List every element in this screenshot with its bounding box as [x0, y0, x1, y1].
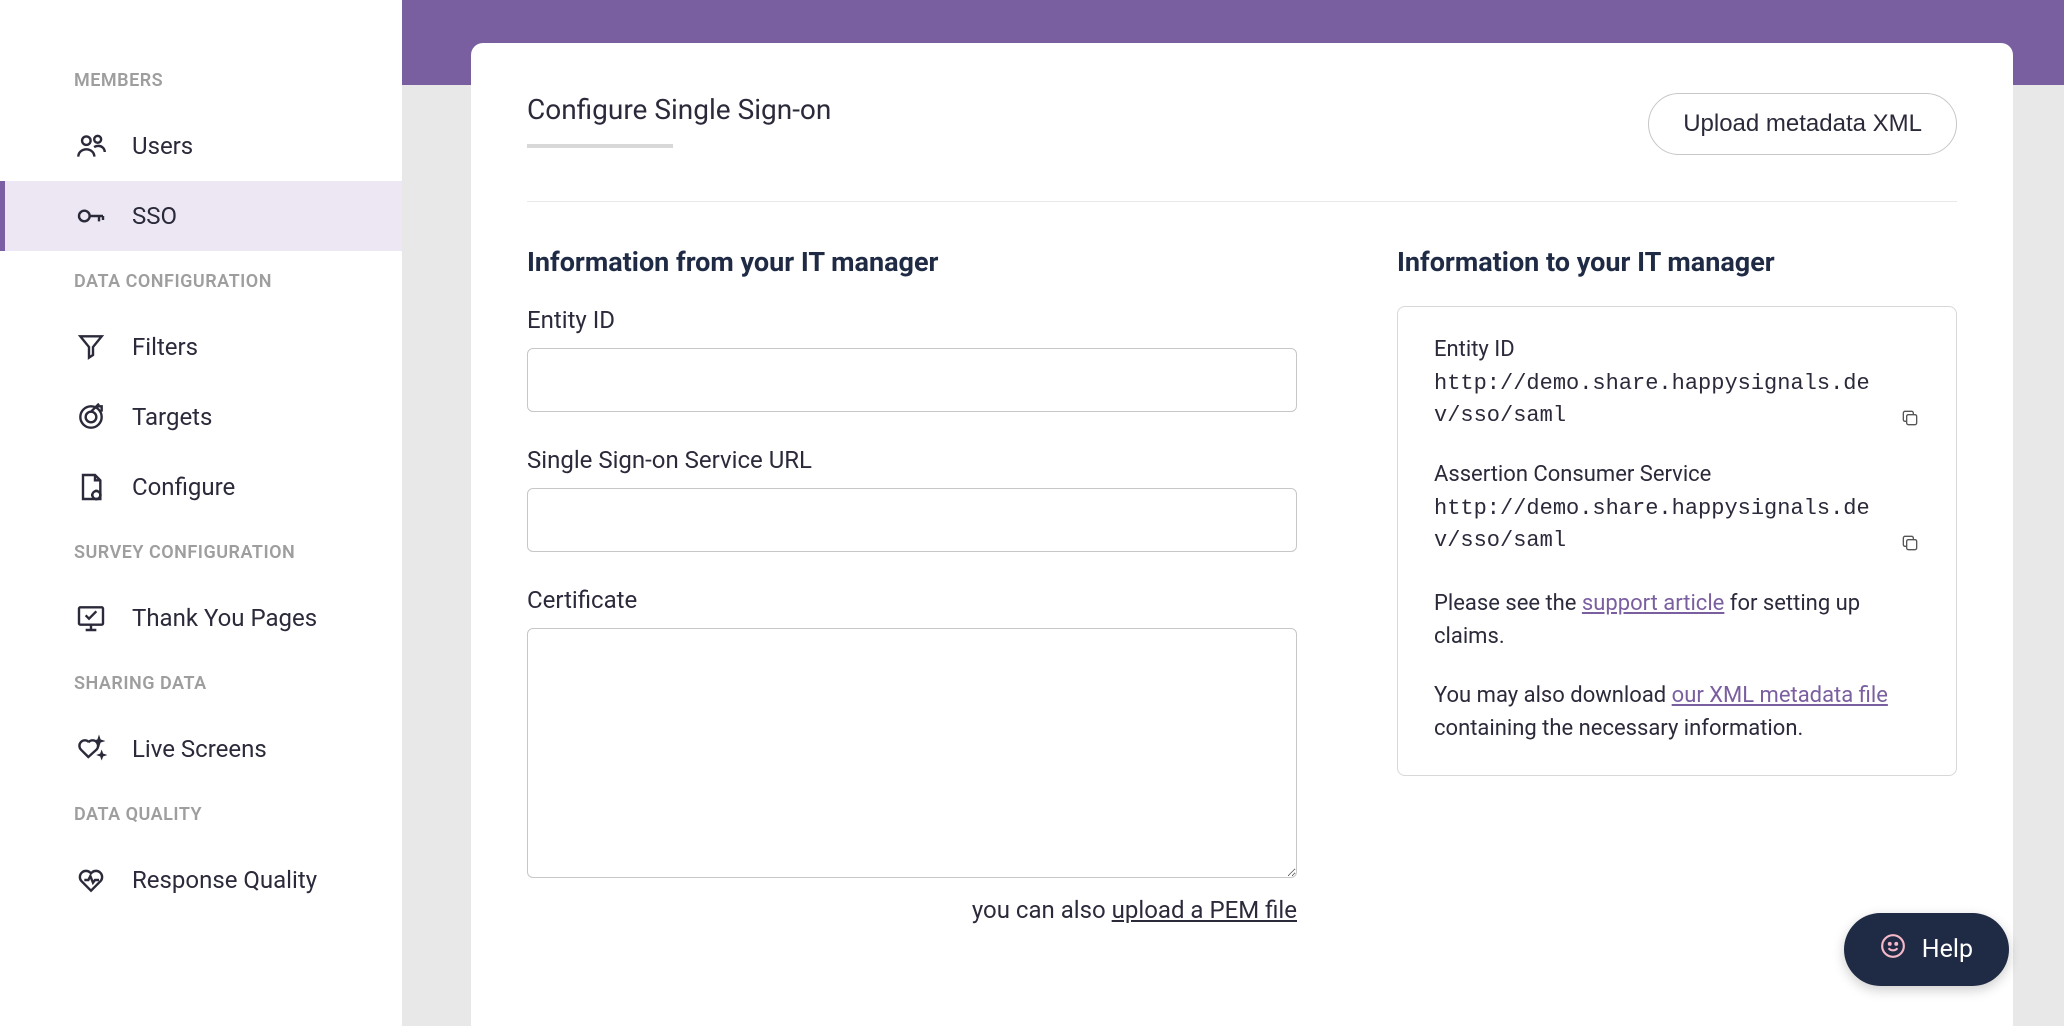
sidebar-item-live-screens[interactable]: Live Screens	[0, 714, 402, 784]
sidebar-item-targets[interactable]: Targets	[0, 382, 402, 452]
info-column: Information to your IT manager Entity ID…	[1397, 246, 1957, 924]
sidebar: MEMBERS Users SSO DATA CONFIGURATION Fil…	[0, 0, 402, 1026]
sidebar-item-label: Targets	[132, 403, 212, 431]
pem-upload-line: you can also upload a PEM file	[527, 896, 1297, 924]
section-title-data-quality: DATA QUALITY	[0, 784, 402, 845]
download-metadata-link[interactable]: our XML metadata file	[1672, 683, 1888, 708]
support-article-text: Please see the support article for setti…	[1434, 587, 1920, 653]
section-title-members: MEMBERS	[0, 50, 402, 111]
sidebar-item-thank-you-pages[interactable]: Thank You Pages	[0, 583, 402, 653]
form-column: Information from your IT manager Entity …	[527, 246, 1297, 924]
download-prefix: You may also download	[1434, 683, 1672, 708]
monitor-icon	[74, 601, 108, 635]
sidebar-item-label: Live Screens	[132, 735, 267, 763]
sidebar-item-label: Response Quality	[132, 866, 317, 894]
support-prefix: Please see the	[1434, 591, 1582, 616]
sidebar-item-label: SSO	[132, 202, 177, 230]
pem-prefix-text: you can also	[972, 896, 1112, 924]
target-icon	[74, 400, 108, 434]
sidebar-item-sso[interactable]: SSO	[0, 181, 402, 251]
panel-header: Configure Single Sign-on Upload metadata…	[527, 93, 1957, 202]
info-box: Entity ID http://demo.share.happysignals…	[1397, 306, 1957, 776]
upload-metadata-button[interactable]: Upload metadata XML	[1648, 93, 1957, 155]
heartbeat-icon	[74, 863, 108, 897]
sidebar-item-response-quality[interactable]: Response Quality	[0, 845, 402, 915]
form-section-title: Information from your IT manager	[527, 246, 1297, 278]
copy-icon[interactable]	[1900, 533, 1920, 553]
help-label: Help	[1922, 935, 1973, 964]
sidebar-item-label: Thank You Pages	[132, 604, 317, 632]
certificate-input[interactable]	[527, 628, 1297, 878]
hearts-icon	[74, 732, 108, 766]
info-entity-id-label: Entity ID	[1434, 337, 1920, 362]
download-suffix: containing the necessary information.	[1434, 716, 1803, 741]
upload-pem-link[interactable]: upload a PEM file	[1112, 896, 1297, 924]
copy-icon[interactable]	[1900, 408, 1920, 428]
users-icon	[74, 129, 108, 163]
info-section-title: Information to your IT manager	[1397, 246, 1957, 278]
configure-icon	[74, 470, 108, 504]
page-title: Configure Single Sign-on	[527, 93, 831, 126]
section-title-survey-configuration: SURVEY CONFIGURATION	[0, 522, 402, 583]
key-icon	[74, 199, 108, 233]
section-title-data-configuration: DATA CONFIGURATION	[0, 251, 402, 312]
entity-id-input[interactable]	[527, 348, 1297, 412]
filter-icon	[74, 330, 108, 364]
help-button[interactable]: Help	[1844, 913, 2009, 986]
section-title-sharing-data: SHARING DATA	[0, 653, 402, 714]
sidebar-item-users[interactable]: Users	[0, 111, 402, 181]
sso-url-input[interactable]	[527, 488, 1297, 552]
main-area: Configure Single Sign-on Upload metadata…	[402, 0, 2064, 1026]
smile-icon	[1880, 933, 1906, 966]
download-metadata-text: You may also download our XML metadata f…	[1434, 679, 1920, 745]
info-acs-label: Assertion Consumer Service	[1434, 462, 1920, 487]
sidebar-item-configure[interactable]: Configure	[0, 452, 402, 522]
support-article-link[interactable]: support article	[1582, 591, 1724, 616]
certificate-label: Certificate	[527, 586, 1297, 614]
sidebar-item-filters[interactable]: Filters	[0, 312, 402, 382]
sidebar-item-label: Users	[132, 132, 193, 160]
sidebar-item-label: Filters	[132, 333, 198, 361]
content-panel: Configure Single Sign-on Upload metadata…	[471, 43, 2013, 1026]
sso-url-label: Single Sign-on Service URL	[527, 446, 1297, 474]
info-acs-value: http://demo.share.happysignals.dev/sso/s…	[1434, 493, 1890, 557]
entity-id-label: Entity ID	[527, 306, 1297, 334]
info-entity-id-value: http://demo.share.happysignals.dev/sso/s…	[1434, 368, 1890, 432]
sidebar-item-label: Configure	[132, 473, 235, 501]
